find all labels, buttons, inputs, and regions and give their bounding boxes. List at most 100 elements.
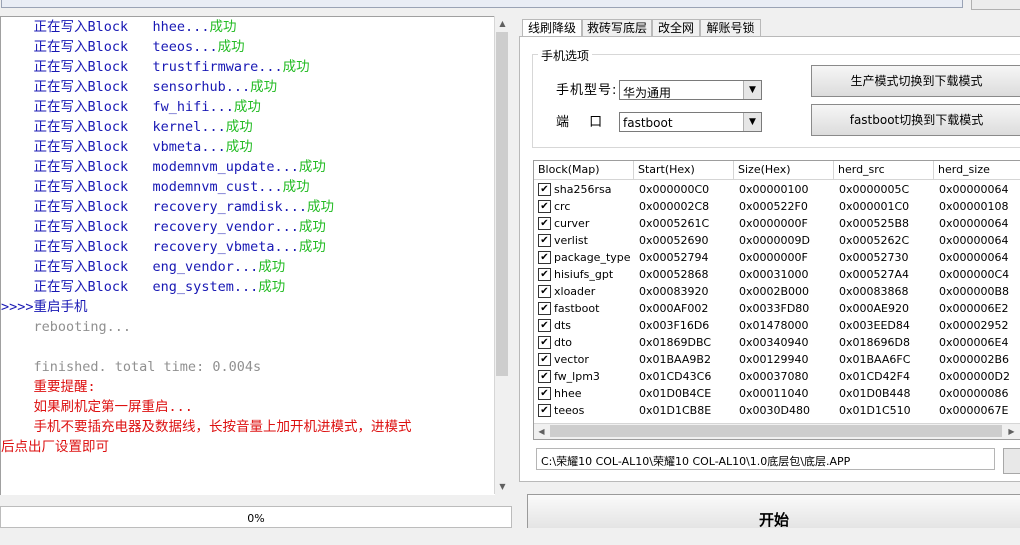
table-row[interactable]: ✔ crc 0x000002C8 0x000522F0 0x000001C0 0x0000… xyxy=(534,198,1020,215)
log-text: 成功 xyxy=(282,59,310,75)
row-checkbox[interactable]: ✔ xyxy=(538,370,551,383)
row-checkbox[interactable]: ✔ xyxy=(538,319,551,332)
table-row[interactable]: ✔ hisiufs_gpt 0x00052868 0x00031000 0x000527… xyxy=(534,266,1020,283)
port-select[interactable]: fastboot ▼ xyxy=(619,112,762,132)
scroll-left-arrow-icon[interactable]: ◀ xyxy=(534,424,549,439)
row-checkbox[interactable]: ✔ xyxy=(538,217,551,230)
top-button[interactable] xyxy=(971,0,1020,10)
table-row[interactable]: ✔ hhee 0x01D0B4CE 0x00011040 0x01D0B448 0x000… xyxy=(534,385,1020,402)
table-cell: 0x00052868 xyxy=(639,268,709,281)
log-line: 正在写入Block modemnvm_cust...成功 xyxy=(1,177,310,197)
log-text: 成功 xyxy=(225,139,253,155)
row-checkbox[interactable]: ✔ xyxy=(538,302,551,315)
table-cell: 0x01D1CB8E xyxy=(639,404,712,417)
horizontal-scroll-thumb[interactable] xyxy=(550,425,1002,437)
row-checkbox[interactable]: ✔ xyxy=(538,387,551,400)
scroll-right-arrow-icon[interactable]: ▶ xyxy=(1004,424,1019,439)
table-cell: teeos xyxy=(554,404,585,417)
progress-label: 0% xyxy=(247,512,265,525)
log-text: 正在写入Block xyxy=(1,219,153,235)
tab-unlock-account[interactable]: 解账号锁 xyxy=(700,19,761,37)
table-row[interactable]: ✔ dto 0x01869DBC 0x00340940 0x018696D8 0x0000… xyxy=(534,334,1020,351)
log-line: 正在写入Block sensorhub...成功 xyxy=(1,77,278,97)
row-checkbox[interactable]: ✔ xyxy=(538,183,551,196)
log-text: 成功 xyxy=(258,259,286,275)
log-text: recovery_vbmeta... xyxy=(152,239,299,255)
row-checkbox[interactable]: ✔ xyxy=(538,251,551,264)
table-row[interactable]: ✔ vector 0x01BAA9B2 0x00129940 0x01BAA6FC 0x0… xyxy=(534,351,1020,368)
row-checkbox[interactable]: ✔ xyxy=(538,200,551,213)
tab-flash-downgrade[interactable]: 线刷降级 xyxy=(522,19,582,37)
log-line: 正在写入Block eng_system...成功 xyxy=(1,277,286,297)
table-cell: 0x000002C8 xyxy=(639,200,710,213)
table-row[interactable]: ✔ dts 0x003F16D6 0x01478000 0x003EED84 0x0000… xyxy=(534,317,1020,334)
table-row[interactable]: ✔ teeos 0x01D1CB8E 0x0030D480 0x01D1C510 0x00… xyxy=(534,402,1020,419)
table-cell: 0x01BAA9B2 xyxy=(639,353,711,366)
table-cell: 0x01BAA6FC xyxy=(839,353,911,366)
table-cell: 0x0000005C xyxy=(839,183,910,196)
model-select[interactable]: 华为通用 ▼ xyxy=(619,80,762,100)
row-checkbox[interactable]: ✔ xyxy=(538,404,551,417)
column-header-block[interactable]: Block(Map) xyxy=(534,161,634,179)
column-header-size[interactable]: Size(Hex) xyxy=(734,161,834,179)
scroll-up-arrow-icon[interactable]: ▲ xyxy=(495,16,510,31)
log-text: 手机不要插充电器及数据线，长按音量上加开机进模式，进模式 xyxy=(1,419,412,435)
log-text: 如果刷机定第一屏重启... xyxy=(1,399,193,415)
log-text: 成功 xyxy=(233,99,261,115)
table-cell: 0x000006E4 xyxy=(939,336,1009,349)
log-text: recovery_vendor... xyxy=(152,219,299,235)
log-text: 正在写入Block xyxy=(1,139,153,155)
table-cell: 0x01D1C510 xyxy=(839,404,911,417)
log-line: >>>>重启手机 xyxy=(1,297,88,317)
production-to-download-button[interactable]: 生产模式切换到下载模式 xyxy=(811,65,1020,97)
log-line: 正在写入Block hhee...成功 xyxy=(1,17,237,37)
table-row[interactable]: ✔ fw_lpm3 0x01CD43C6 0x00037080 0x01CD42F4 0x… xyxy=(534,368,1020,385)
tab-rescue-write[interactable]: 救砖写底层 xyxy=(582,19,652,37)
log-text: 成功 xyxy=(217,39,245,55)
table-row[interactable]: ✔ sha256rsa 0x000000C0 0x00000100 0x0000005C… xyxy=(534,181,1020,198)
table-cell: 0x00129940 xyxy=(739,353,809,366)
row-checkbox[interactable]: ✔ xyxy=(538,268,551,281)
table-row[interactable]: ✔ package_type 0x00052794 0x0000000F 0x00052… xyxy=(534,249,1020,266)
table-horizontal-scrollbar[interactable]: ◀ ▶ xyxy=(534,423,1020,439)
fastboot-to-download-button[interactable]: fastboot切换到下载模式 xyxy=(811,104,1020,136)
row-checkbox[interactable]: ✔ xyxy=(538,336,551,349)
column-header-herd-size[interactable]: herd_size xyxy=(934,161,1020,179)
table-cell: 0x00000064 xyxy=(939,217,1009,230)
file-path-field[interactable]: C:\荣耀10 COL-AL10\荣耀10 COL-AL10\1.0底层包\底层… xyxy=(536,448,995,470)
table-cell: 0x01CD42F4 xyxy=(839,370,910,383)
scroll-down-arrow-icon[interactable]: ▼ xyxy=(495,479,510,494)
log-text: 正在写入Block xyxy=(1,99,153,115)
row-checkbox[interactable]: ✔ xyxy=(538,285,551,298)
column-header-start[interactable]: Start(Hex) xyxy=(634,161,734,179)
scroll-thumb[interactable] xyxy=(496,32,508,376)
chevron-down-icon[interactable]: ▼ xyxy=(743,81,761,99)
file-path-text: C:\荣耀10 COL-AL10\荣耀10 COL-AL10\1.0底层包\底层… xyxy=(541,455,851,468)
log-text: 重要提醒: xyxy=(1,379,96,395)
log-text: 正在写入Block xyxy=(1,119,153,135)
chevron-down-icon[interactable]: ▼ xyxy=(743,113,761,131)
tab-network[interactable]: 改全网 xyxy=(652,19,700,37)
column-header-herd-src[interactable]: herd_src xyxy=(834,161,934,179)
table-cell: 0x003F16D6 xyxy=(639,319,710,332)
top-input-bar[interactable] xyxy=(1,0,963,8)
table-cell: 0x0030D480 xyxy=(739,404,810,417)
log-scrollbar[interactable]: ▲ ▼ xyxy=(494,16,510,494)
table-row[interactable]: ✔ fastboot 0x000AF002 0x0033FD80 0x000AE920 0… xyxy=(534,300,1020,317)
start-button[interactable]: 开始 xyxy=(527,494,1020,529)
log-line: 正在写入Block trustfirmware...成功 xyxy=(1,57,310,77)
log-text: 成功 xyxy=(209,19,237,35)
row-checkbox[interactable]: ✔ xyxy=(538,353,551,366)
table-row[interactable]: ✔ xloader 0x00083920 0x0002B000 0x00083868 0x… xyxy=(534,283,1020,300)
log-text: 后点出厂设置即可 xyxy=(1,439,109,455)
table-row[interactable]: ✔ curver 0x0005261C 0x0000000F 0x000525B8 0x0… xyxy=(534,215,1020,232)
table-cell: 0x0000000F xyxy=(739,217,808,230)
table-row[interactable]: ✔ verlist 0x00052690 0x0000009D 0x0005262C 0x… xyxy=(534,232,1020,249)
log-text: teeos... xyxy=(152,39,218,55)
row-checkbox[interactable]: ✔ xyxy=(538,234,551,247)
log-text: 正在写入Block xyxy=(1,199,153,215)
table-cell: 0x00000064 xyxy=(939,234,1009,247)
browse-button[interactable] xyxy=(1003,448,1020,474)
table-cell: 0x000AF002 xyxy=(639,302,709,315)
log-text: 正在写入Block xyxy=(1,239,153,255)
